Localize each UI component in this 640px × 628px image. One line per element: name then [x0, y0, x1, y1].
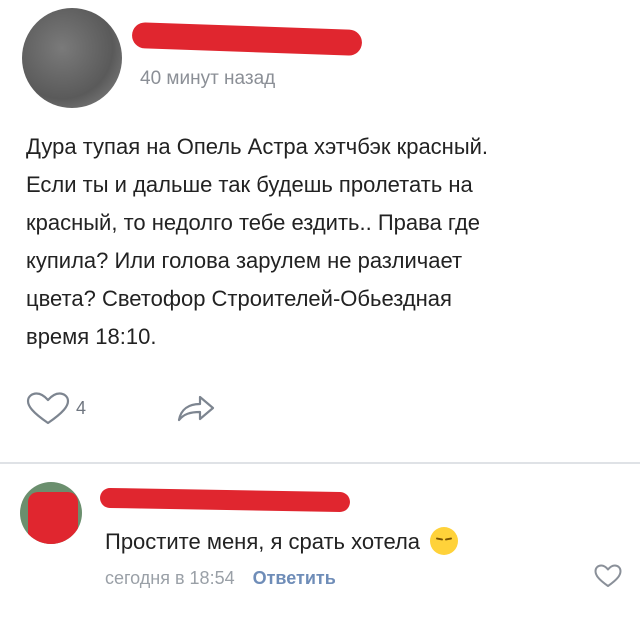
post-text-line: Дура тупая на Опель Астра хэтчбэк красны… — [26, 134, 489, 159]
pensive-face-emoji — [430, 527, 459, 555]
post-text-line: купила? Или голова зарулем не различает — [26, 248, 463, 273]
reply-button[interactable]: Ответить — [253, 568, 336, 588]
post-card: 40 минут назад Дура тупая на Опель Астра… — [0, 0, 640, 455]
commenter-avatar[interactable] — [20, 482, 82, 544]
heart-outline-icon — [594, 564, 622, 587]
post-timestamp[interactable]: 40 минут назад — [140, 68, 275, 90]
comment-meta: сегодня в 18:54 Ответить — [105, 568, 336, 589]
like-count: 4 — [76, 398, 87, 418]
post-text-line: Если ты и дальше так будешь пролетать на — [26, 172, 473, 197]
comment-text-content: Простите меня, я срать хотела — [105, 529, 421, 554]
post-text-line: цвета? Светофор Строителей-Обьездная — [26, 286, 452, 311]
author-avatar[interactable] — [22, 8, 122, 108]
post-actions: 4 — [26, 390, 326, 426]
author-name-redacted[interactable] — [131, 21, 363, 57]
share-button[interactable] — [176, 392, 216, 431]
post-text-line: время 18:10. — [26, 324, 157, 349]
avatar-redaction — [28, 492, 78, 544]
like-button[interactable] — [26, 392, 70, 431]
comment-timestamp: сегодня в 18:54 — [105, 568, 235, 588]
post-text: Дура тупая на Опель Астра хэтчбэк красны… — [26, 128, 616, 356]
comment-item: Простите меня, я срать хотела сегодня в … — [0, 464, 640, 628]
heart-outline-icon — [26, 392, 70, 425]
comment-like-button[interactable] — [594, 564, 622, 593]
share-arrow-icon — [177, 395, 215, 422]
commenter-name-redacted[interactable] — [99, 487, 351, 513]
post-text-line: красный, то недолго тебе ездить.. Права … — [26, 210, 481, 235]
comment-text: Простите меня, я срать хотела — [105, 527, 459, 555]
